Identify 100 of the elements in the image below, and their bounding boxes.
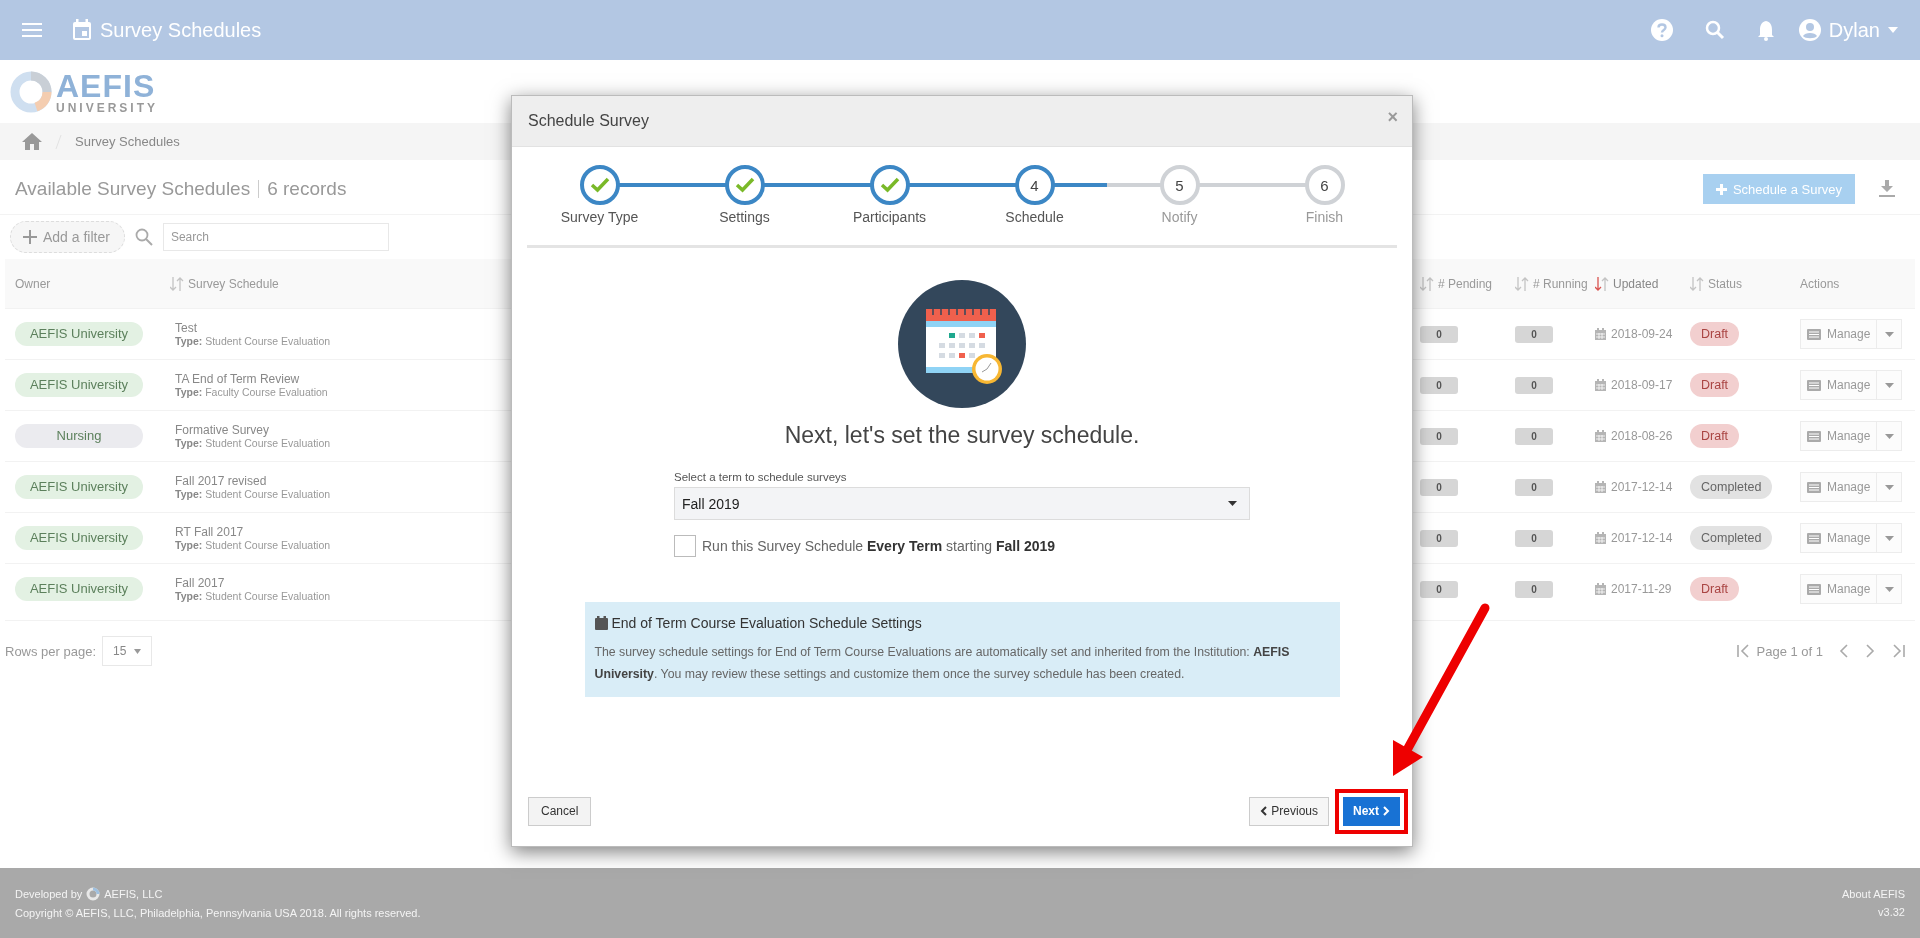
updated-date: 2017-12-14: [1611, 480, 1673, 494]
running-count: 0: [1515, 427, 1553, 445]
pending-count: 0: [1420, 478, 1458, 496]
pending-count: 0: [1420, 580, 1458, 598]
owner-tag: Nursing: [15, 424, 143, 448]
list-icon: [1807, 379, 1821, 391]
running-count: 0: [1515, 376, 1553, 394]
sort-descending-icon[interactable]: [1595, 275, 1609, 292]
step-complete-marker[interactable]: [724, 165, 765, 205]
calendar-icon: [1595, 328, 1606, 340]
step-label: Settings: [719, 209, 770, 225]
step-marker[interactable]: 6: [1304, 165, 1345, 205]
caret-icon: [1884, 535, 1894, 541]
check-icon: [589, 177, 610, 193]
status-tag: Draft: [1690, 424, 1740, 448]
caret-icon: [134, 648, 142, 654]
previous-button[interactable]: Previous: [1249, 796, 1329, 826]
repeat-checkbox[interactable]: [674, 535, 696, 557]
plus-icon: [23, 230, 37, 244]
calendar-icon: [1595, 583, 1606, 595]
sort-icon[interactable]: [170, 275, 184, 292]
updated-date: 2018-09-24: [1611, 327, 1673, 341]
last-page-icon[interactable]: [1891, 644, 1905, 658]
download-icon[interactable]: [1879, 180, 1895, 198]
caret-icon: [1884, 484, 1894, 490]
next-button[interactable]: Next: [1343, 796, 1400, 826]
schedule-survey-button[interactable]: Schedule a Survey: [1702, 174, 1855, 204]
help-icon[interactable]: [1650, 19, 1673, 41]
column-header[interactable]: # Running: [1533, 276, 1588, 291]
page-indicator: Page 1 of 1: [1756, 643, 1823, 659]
pending-count: 0: [1420, 529, 1458, 547]
step-marker[interactable]: 4: [1014, 165, 1055, 205]
previous-page-icon[interactable]: [1839, 644, 1849, 658]
term-select[interactable]: Fall 2019: [674, 487, 1250, 520]
column-header[interactable]: Survey Schedule: [188, 276, 279, 291]
updated-date: 2018-09-17: [1611, 378, 1673, 392]
version-text: v3.32: [1878, 906, 1905, 918]
schedule-name[interactable]: Formative Survey: [175, 423, 470, 437]
list-icon: [1807, 481, 1821, 493]
calendar-icon: [1595, 430, 1606, 442]
schedule-type: Type: Student Course Evaluation: [175, 488, 332, 500]
column-header[interactable]: # Pending: [1438, 276, 1493, 291]
sort-icon[interactable]: [1690, 275, 1704, 292]
calendar-icon: [1595, 379, 1606, 391]
status-tag: Completed: [1690, 475, 1773, 499]
calendar-icon: [1595, 532, 1606, 544]
search-icon: [134, 228, 153, 246]
home-icon[interactable]: [22, 133, 42, 150]
schedule-name[interactable]: RT Fall 2017: [175, 525, 470, 539]
check-icon: [734, 177, 755, 193]
schedule-type: Type: Faculty Course Evaluation: [175, 386, 329, 398]
status-tag: Draft: [1690, 373, 1740, 397]
column-header[interactable]: Updated: [1613, 276, 1659, 291]
list-title: Available Survey Schedules: [15, 178, 251, 200]
search-field[interactable]: Search: [162, 223, 389, 251]
rows-per-page-select[interactable]: 15: [102, 636, 153, 666]
caret-icon: [1884, 382, 1894, 388]
company-link[interactable]: AEFIS, LLC: [104, 888, 163, 900]
owner-tag: AEFIS University: [15, 577, 143, 601]
breadcrumb-link[interactable]: Survey Schedules: [75, 134, 180, 149]
schedule-name[interactable]: Fall 2017 revised: [175, 474, 470, 488]
about-link[interactable]: About AEFIS: [1842, 888, 1905, 900]
step-heading: Next, let's set the survey schedule.: [784, 422, 1140, 449]
list-icon: [1807, 328, 1821, 340]
cancel-button[interactable]: Cancel: [528, 796, 592, 826]
step-complete-marker[interactable]: [579, 165, 620, 205]
column-header[interactable]: Actions: [1800, 276, 1840, 291]
add-filter-button[interactable]: Add a filter: [10, 221, 125, 253]
next-page-icon[interactable]: [1865, 644, 1875, 658]
dialog-title: Schedule Survey: [528, 112, 649, 130]
schedule-name[interactable]: Fall 2017: [175, 576, 470, 590]
developed-by-label: Developed by: [15, 888, 83, 900]
search-icon[interactable]: [1704, 20, 1725, 40]
close-button[interactable]: ×: [1387, 106, 1398, 128]
user-menu[interactable]: Dylan: [1798, 18, 1898, 42]
pending-count: 0: [1420, 376, 1458, 394]
calendar-icon: [594, 616, 608, 630]
step-complete-marker[interactable]: [869, 165, 910, 205]
sort-icon[interactable]: [1515, 275, 1529, 292]
bell-icon[interactable]: [1756, 19, 1775, 41]
updated-date: 2017-11-29: [1611, 582, 1672, 596]
step-label: Schedule: [1005, 209, 1064, 225]
column-header[interactable]: Status: [1708, 276, 1743, 291]
column-header[interactable]: Owner: [15, 276, 51, 291]
owner-tag: AEFIS University: [15, 373, 143, 397]
schedule-name[interactable]: TA End of Term Review: [175, 372, 470, 386]
updated-date: 2017-12-14: [1611, 531, 1673, 545]
step-label: Notify: [1161, 209, 1198, 225]
running-count: 0: [1515, 529, 1553, 547]
step-marker[interactable]: 5: [1159, 165, 1200, 205]
calendar-icon: [72, 19, 92, 41]
first-page-icon[interactable]: [1736, 644, 1751, 658]
menu-icon[interactable]: [22, 22, 42, 38]
logo-subtitle: UNIVERSITY: [56, 101, 158, 114]
chevron-right-icon: [1383, 806, 1390, 816]
sort-icon[interactable]: [1420, 275, 1434, 292]
repeat-label: Run this Survey Schedule Every Term starting Fall 2019: [702, 538, 1056, 554]
running-count: 0: [1515, 325, 1553, 343]
user-avatar-icon: [1798, 19, 1821, 41]
schedule-name[interactable]: Test: [175, 321, 470, 335]
